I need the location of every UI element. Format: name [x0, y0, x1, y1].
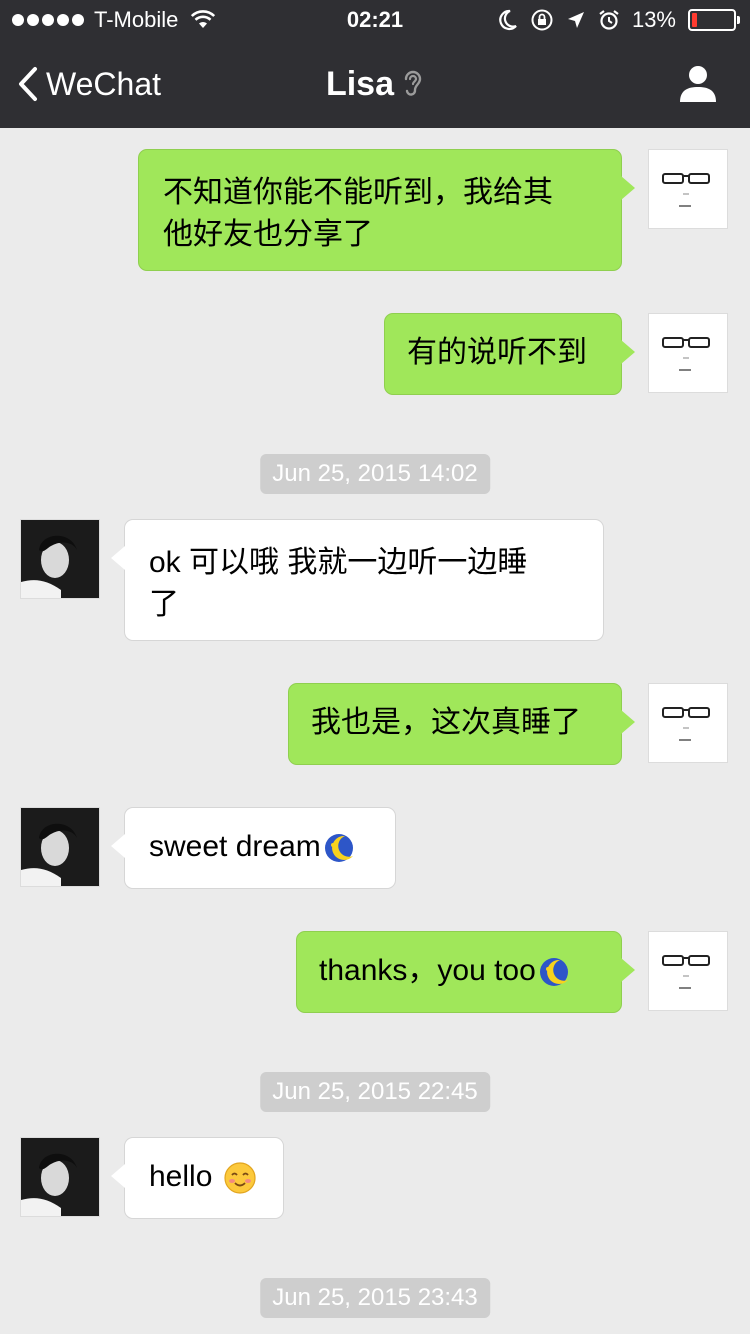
nav-bar: WeChat Lisa [0, 40, 750, 128]
message-bubble-received[interactable]: hello [111, 1137, 284, 1219]
message-bubble-received[interactable]: sweet dream [111, 807, 396, 889]
alarm-icon [599, 10, 619, 30]
message-text-line: 不知道你能不能听到，我给其 [163, 176, 553, 209]
battery-level-fill [692, 13, 697, 27]
my-avatar[interactable] [648, 683, 728, 763]
my-avatar[interactable] [648, 149, 728, 229]
lisa-avatar[interactable] [20, 519, 100, 599]
header: T-Mobile 02:21 13% WeChat Lisa [0, 0, 750, 128]
glasses-face-avatar-image [662, 337, 710, 371]
message-text: 我也是，这次真睡了 [311, 706, 581, 739]
message-bubble-sent[interactable]: thanks，you too [296, 931, 635, 1013]
battery-percentage: 13% [631, 7, 676, 32]
glasses-face-avatar-image [662, 955, 710, 989]
message-text-line: 他好友也分享了 [163, 218, 373, 251]
message-text-line: ok 可以哦 我就一边听一边睡 [149, 546, 528, 579]
glasses-face-avatar-image [662, 173, 710, 207]
location-arrow-icon [567, 12, 584, 28]
timestamp: Jun 25, 2015 23:43 [260, 1278, 490, 1318]
chat-title: Lisa [325, 65, 395, 103]
lisa-avatar[interactable] [20, 1137, 100, 1217]
status-right: 13% [498, 6, 740, 34]
sleepy-moon-emoji-icon [324, 834, 353, 863]
message-bubble-sent[interactable]: 有的说听不到 [384, 313, 635, 395]
message-bubble-received[interactable]: ok 可以哦 我就一边听一边睡 了 [111, 519, 604, 641]
timestamp: Jun 25, 2015 14:02 [260, 454, 490, 494]
message-bubble-sent[interactable]: 不知道你能不能听到，我给其 他好友也分享了 [138, 149, 635, 271]
profile-button[interactable] [676, 62, 720, 106]
timestamp: Jun 25, 2015 22:45 [260, 1072, 490, 1112]
message-text-line: 了 [149, 588, 179, 621]
nav-title-wrap: Lisa [0, 62, 750, 106]
battery-icon [688, 9, 740, 31]
ear-icon [404, 70, 422, 96]
message-text: 有的说听不到 [407, 336, 587, 369]
message-bubble-sent[interactable]: 我也是，这次真睡了 [288, 683, 635, 765]
my-avatar[interactable] [648, 931, 728, 1011]
lisa-avatar[interactable] [20, 807, 100, 887]
lisa-avatar-image [21, 520, 99, 598]
lisa-avatar-image [21, 808, 99, 886]
status-bar: T-Mobile 02:21 13% [0, 0, 750, 40]
message-text: sweet dream [149, 830, 321, 863]
my-avatar[interactable] [648, 313, 728, 393]
message-text: hello [149, 1160, 213, 1193]
rotation-lock-icon [531, 9, 553, 31]
glasses-face-avatar-image [662, 707, 710, 741]
sleepy-moon-emoji-icon [539, 958, 568, 987]
message-text: thanks，you too [319, 954, 536, 987]
blush-smile-emoji-icon [224, 1162, 256, 1194]
profile-icon [680, 66, 716, 102]
chat-screen: T-Mobile 02:21 13% WeChat Lisa 不知道你能不能听到… [0, 0, 750, 1334]
moon-icon [499, 9, 517, 31]
lisa-avatar-image [21, 1138, 99, 1216]
